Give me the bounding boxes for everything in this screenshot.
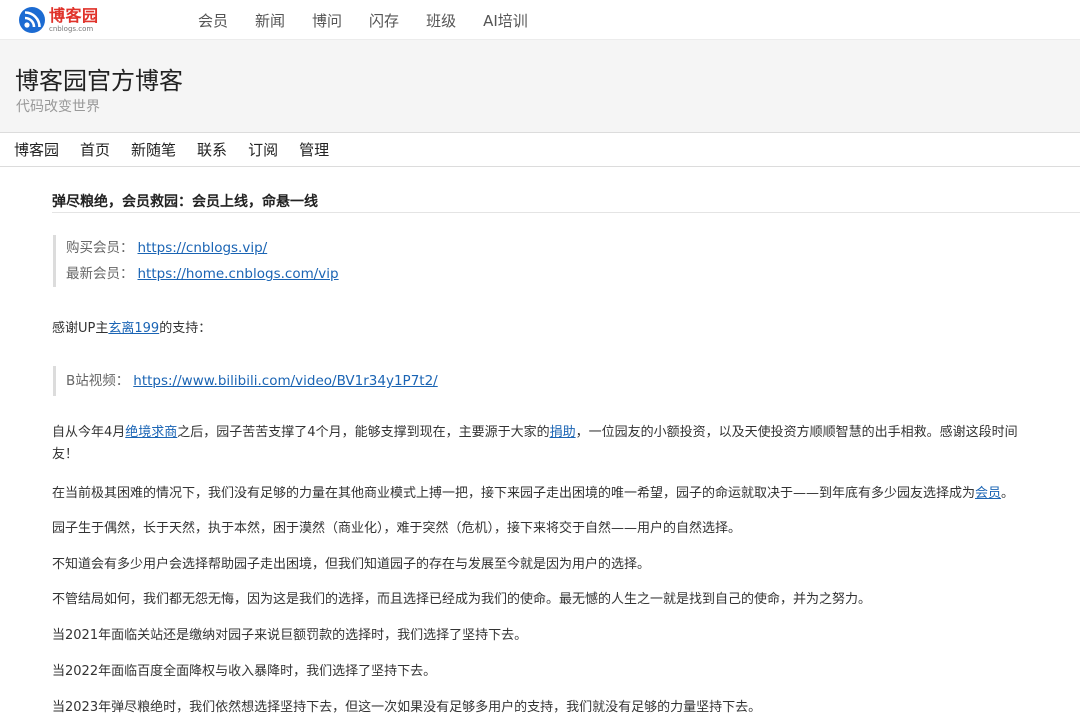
blog-nav-item-home[interactable]: 首页 [80, 139, 110, 160]
bilibili-label: B站视频： [66, 373, 130, 389]
paragraph-5: 不管结局如何，我们都无怨无悔，因为这是我们的选择，而且选择已经成为我们的使命。最… [52, 592, 872, 607]
p1-text-d: 友！ [52, 447, 79, 462]
logo-name: 博客园 [49, 5, 99, 25]
thanks-prefix: 感谢UP主 [52, 321, 109, 336]
paragraph-2: 在当前极其困难的情况下，我们没有足够的力量在其他商业模式上搏一把，接下来园子走出… [52, 483, 1014, 505]
buy-member-link[interactable]: https://cnblogs.vip/ [138, 240, 268, 256]
logo-domain: cnblogs.com [49, 24, 94, 33]
p2-text-b: 。 [1001, 486, 1015, 501]
new-member-line: 最新会员： https://home.cnblogs.com/vip [66, 261, 339, 287]
blog-header: 博客园官方博客 代码改变世界 [0, 40, 1080, 133]
top-nav-item-questions[interactable]: 博问 [312, 10, 342, 31]
up-owner-link[interactable]: 玄离199 [108, 321, 159, 336]
paragraph-1-line-1: 自从今年4月绝境求商之后，园子苦苦支撑了4个月，能够支撑到现在，主要源于大家的捐… [52, 422, 1018, 444]
blog-nav-item-new-post[interactable]: 新随笔 [131, 139, 176, 160]
blog-nav-item-contact[interactable]: 联系 [197, 139, 227, 160]
paragraph-3: 园子生于偶然，长于天然，执于本然，困于漠然（商业化），难于突然（危机），接下来将… [52, 521, 742, 536]
paragraph-1: 自从今年4月绝境求商之后，园子苦苦支撑了4个月，能够支撑到现在，主要源于大家的捐… [52, 422, 1018, 466]
p2-text-a: 在当前极其困难的情况下，我们没有足够的力量在其他商业模式上搏一把，接下来园子走出… [52, 486, 976, 501]
blog-nav: 博客园 首页 新随笔 联系 订阅 管理 [0, 133, 1080, 167]
buy-member-line: 购买会员： https://cnblogs.vip/ [66, 235, 339, 261]
paragraph-8: 当2023年弹尽粮绝时，我们依然想选择坚持下去，但这一次如果没有足够多用户的支持… [52, 700, 762, 715]
paragraph-6: 当2021年面临关站还是缴纳对园子来说巨额罚款的选择时，我们选择了坚持下去。 [52, 628, 528, 643]
thanks-paragraph: 感谢UP主玄离199的支持： [52, 318, 211, 340]
blog-nav-item-cnblogs[interactable]: 博客园 [14, 139, 59, 160]
rss-logo-icon [19, 7, 45, 33]
top-nav-item-members[interactable]: 会员 [198, 10, 228, 31]
blog-nav-item-manage[interactable]: 管理 [299, 139, 329, 160]
title-divider [52, 212, 1080, 213]
new-member-link[interactable]: https://home.cnblogs.com/vip [138, 266, 339, 282]
top-nav-item-flash[interactable]: 闪存 [369, 10, 399, 31]
post-title[interactable]: 弹尽粮绝，会员救园：会员上线，命悬一线 [52, 191, 318, 211]
p1-text-b: 之后，园子苦苦支撑了4个月，能够支撑到现在，主要源于大家的 [177, 425, 550, 440]
member-link[interactable]: 会员 [975, 486, 1001, 501]
paragraph-1-line-2: 友！ [52, 444, 1018, 466]
top-navbar: 博客园 cnblogs.com 会员 新闻 博问 闪存 班级 AI培训 [0, 0, 1080, 40]
cnblogs-logo[interactable]: 博客园 cnblogs.com [19, 5, 99, 35]
blog-subtitle: 代码改变世界 [16, 99, 100, 115]
top-nav-item-news[interactable]: 新闻 [255, 10, 285, 31]
blog-title[interactable]: 博客园官方博客 [15, 61, 183, 96]
bilibili-quote: B站视频： https://www.bilibili.com/video/BV1r… [53, 366, 438, 396]
blog-nav-item-subscribe[interactable]: 订阅 [248, 139, 278, 160]
bilibili-line: B站视频： https://www.bilibili.com/video/BV1r… [66, 366, 438, 396]
p1-text-c: ，一位园友的小额投资，以及天使投资方顺顺智慧的出手相救。感谢这段时间 [575, 425, 1018, 440]
top-nav-item-ai-training[interactable]: AI培训 [483, 10, 528, 31]
desperate-appeal-link[interactable]: 绝境求商 [125, 425, 177, 440]
thanks-suffix: 的支持： [159, 321, 212, 336]
buy-member-label: 购买会员： [66, 240, 134, 256]
new-member-label: 最新会员： [66, 266, 134, 282]
paragraph-4: 不知道会有多少用户会选择帮助园子走出困境，但我们知道园子的存在与发展至今就是因为… [52, 557, 651, 572]
p1-text-a: 自从今年4月 [52, 425, 126, 440]
bilibili-video-link[interactable]: https://www.bilibili.com/video/BV1r34y1P… [133, 373, 437, 389]
top-nav-menu: 会员 新闻 博问 闪存 班级 AI培训 [198, 0, 555, 40]
paragraph-7: 当2022年面临百度全面降权与收入暴降时，我们选择了坚持下去。 [52, 664, 437, 679]
member-links-quote: 购买会员： https://cnblogs.vip/ 最新会员： https://h… [53, 235, 339, 287]
top-nav-item-class[interactable]: 班级 [426, 10, 456, 31]
donation-link[interactable]: 捐助 [550, 425, 576, 440]
